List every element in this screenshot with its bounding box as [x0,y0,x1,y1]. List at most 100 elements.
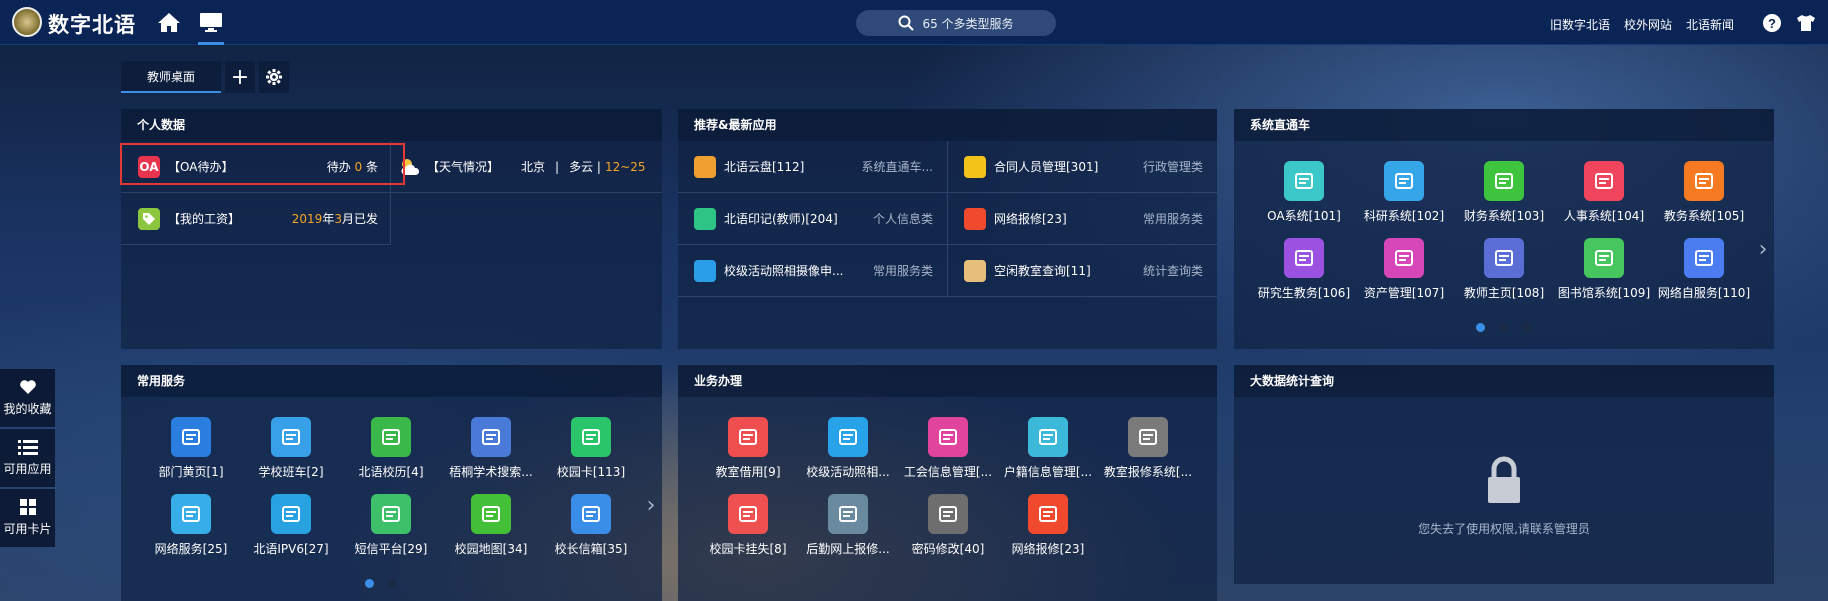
system-app-item[interactable]: 科研系统[102] [1354,161,1454,224]
page-dot-3[interactable] [1522,323,1531,332]
app-label: 后勤网上报修... [806,542,890,556]
add-tab-button[interactable]: + [225,61,256,93]
desktop-tab-row: 教师桌面 + [121,61,290,93]
app-label: 网络服务[25] [154,542,228,556]
help-icon[interactable]: ? [1762,13,1782,33]
common-app-item[interactable]: 短信平台[29] [341,494,441,557]
app-category: 行政管理类 [1142,160,1203,174]
common-app-item[interactable]: 校长信箱[35] [541,494,641,557]
search-placeholder: 65 个多类型服务 [922,16,1014,31]
home-icon[interactable] [156,10,182,34]
business-app-item[interactable]: 网络报修[23] [998,494,1098,557]
recommend-item[interactable]: 网络报修[23] 常用服务类 [948,193,1217,245]
business-app-item[interactable]: 校级活动照相... [798,417,898,480]
business-app-item[interactable]: 工会信息管理[... [898,417,998,480]
system-app-item[interactable]: 研究生教务[106] [1254,238,1354,301]
app-icon [728,494,768,534]
weather-temp: 12~25 [604,159,646,174]
app-name: 北语云盘[112] [724,160,805,174]
common-app-item[interactable]: 网络服务[25] [141,494,241,557]
bigdata-panel: 大数据统计查询 您失去了使用权限,请联系管理员 [1234,365,1774,584]
salary-status: 2019年3月已发 [292,210,378,227]
skin-tshirt-icon[interactable] [1796,13,1816,33]
page-dot-1[interactable] [365,579,374,588]
common-app-item[interactable]: 校园卡[113] [541,417,641,480]
business-app-item[interactable]: 校园卡挂失[8] [698,494,798,557]
app-label: 校园卡挂失[8] [709,542,787,556]
system-app-item[interactable]: OA系统[101] [1254,161,1354,224]
page-dot-2[interactable] [1499,323,1508,332]
system-app-item[interactable]: 教师主页[108] [1454,238,1554,301]
system-app-item[interactable]: 网络自服务[110] [1654,238,1754,301]
app-icon [728,417,768,457]
system-app-item[interactable]: 人事系统[104] [1554,161,1654,224]
next-page-arrow[interactable]: › [1752,229,1774,269]
monitor-icon [200,13,222,32]
university-logo[interactable] [12,7,42,37]
app-icon [1684,161,1724,201]
app-label: 教室借用[9] [715,465,781,479]
sidebar-label: 我的收藏 [3,402,52,416]
app-icon [828,494,868,534]
link-news[interactable]: 北语新闻 [1686,16,1734,33]
business-app-item[interactable]: 教室报修系统[... [1098,417,1198,480]
link-old-portal[interactable]: 旧数字北语 [1550,16,1610,33]
app-label: 校园卡[113] [556,465,626,479]
app-label: 资产管理[107] [1363,286,1445,300]
app-icon [964,207,986,230]
app-category: 常用服务类 [872,264,933,278]
system-app-item[interactable]: 图书馆系统[109] [1554,238,1654,301]
common-app-item[interactable]: 校园地图[34] [441,494,541,557]
app-label: 研究生教务[106] [1257,286,1351,300]
system-app-item[interactable]: 资产管理[107] [1354,238,1454,301]
app-label: 校长信箱[35] [554,542,628,556]
lock-icon [1488,456,1520,503]
link-external-sites[interactable]: 校外网站 [1624,16,1672,33]
business-app-item[interactable]: 后勤网上报修... [798,494,898,557]
weather-label: 【天气情况】 [427,160,500,174]
system-app-item[interactable]: 教务系统[105] [1654,161,1754,224]
common-app-item[interactable]: 北语IPV6[27] [241,494,341,557]
app-label: 财务系统[103] [1463,209,1545,223]
recommend-item[interactable]: 校级活动照相摄像申... 常用服务类 [678,245,948,297]
weather-card[interactable]: 【天气情况】 北京 | 多云 | 12~25 [391,141,662,193]
sidebar-available-cards[interactable]: 可用卡片 [0,489,55,547]
panel-title: 常用服务 [121,365,662,397]
business-app-item[interactable]: 密码修改[40] [898,494,998,557]
sidebar-favorites[interactable]: 我的收藏 [0,369,55,427]
panel-title: 系统直通车 [1234,109,1774,141]
app-icon [694,155,716,178]
system-app-item[interactable]: 财务系统[103] [1454,161,1554,224]
app-label: 校园地图[34] [454,542,528,556]
business-app-item[interactable]: 户籍信息管理[... [998,417,1098,480]
app-category: 系统直通车... [861,160,933,174]
page-dot-2[interactable] [388,579,397,588]
business-app-item[interactable]: 教室借用[9] [698,417,798,480]
recommend-item[interactable]: 合同人员管理[301] 行政管理类 [948,141,1217,193]
tab-teacher-desktop[interactable]: 教师桌面 [121,61,222,93]
service-search[interactable]: 65 个多类型服务 [856,10,1056,36]
common-app-item[interactable]: 梧桐学术搜索... [441,417,541,480]
tab-settings-button[interactable] [259,61,290,93]
brand-title[interactable]: 数字北语 [48,9,136,39]
next-page-arrow[interactable]: › [640,485,662,525]
app-label: 密码修改[40] [911,542,985,556]
page-dot-1[interactable] [1476,323,1485,332]
weather-sep: | [555,159,560,174]
common-services-panel: 常用服务 部门黄页[1] 学校班车[2] 北语校历[4] 梧桐学术搜索... 校园卡[1… [121,365,662,601]
app-name: 北语印记(教师)[204] [724,212,838,226]
common-app-item[interactable]: 北语校历[4] [341,417,441,480]
sidebar-available-apps[interactable]: 可用应用 [0,429,55,487]
recommend-item[interactable]: 北语云盘[112] 系统直通车... [678,141,948,193]
app-icon [828,417,868,457]
common-app-item[interactable]: 学校班车[2] [241,417,341,480]
recommend-item[interactable]: 北语印记(教师)[204] 个人信息类 [678,193,948,245]
panel-title: 大数据统计查询 [1234,365,1774,397]
recommend-item[interactable]: 空闲教室查询[11] 统计查询类 [948,245,1217,297]
app-label: 短信平台[29] [354,542,428,556]
salary-card[interactable]: 【我的工资】 2019年3月已发 [121,193,391,245]
list-icon [17,440,38,455]
salary-month: 3 [334,212,342,226]
desktop-tab[interactable] [198,10,224,45]
common-app-item[interactable]: 部门黄页[1] [141,417,241,480]
